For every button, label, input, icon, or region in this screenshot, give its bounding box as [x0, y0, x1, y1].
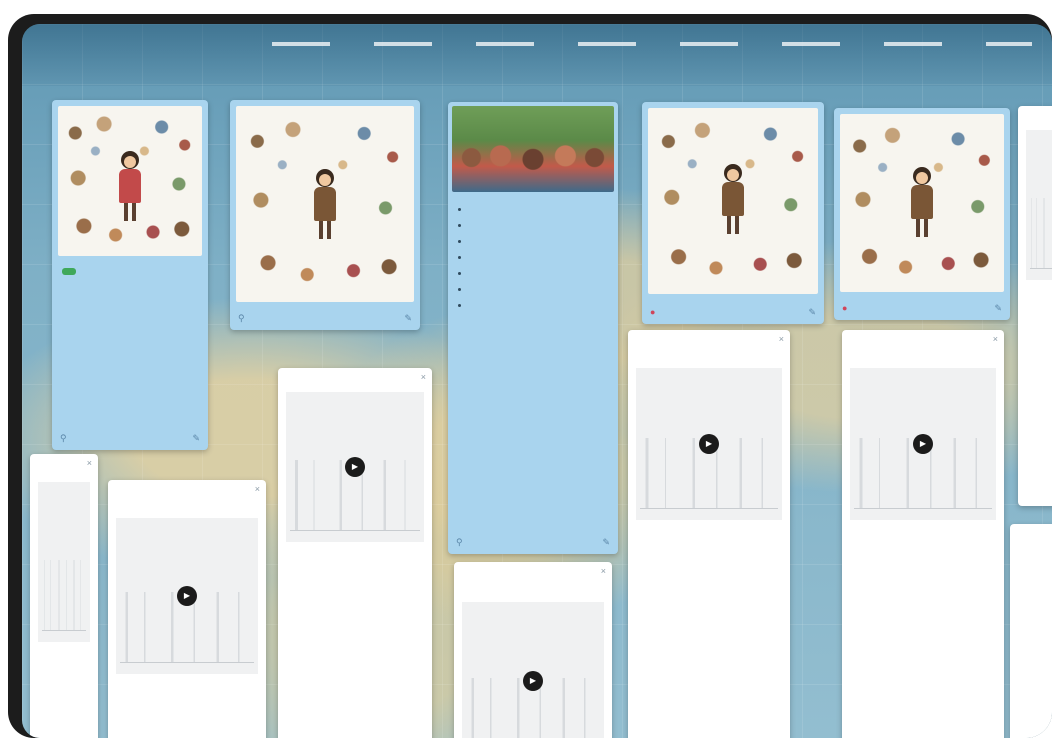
- edge-card-top-right[interactable]: [1018, 106, 1052, 506]
- video-preview: ▶: [636, 368, 782, 520]
- close-icon[interactable]: ×: [993, 334, 998, 344]
- status-tag-icon: [62, 268, 76, 276]
- close-icon[interactable]: ×: [87, 458, 92, 468]
- character-figure: [314, 168, 336, 239]
- art-card-2-image: [236, 106, 414, 302]
- play-icon[interactable]: ▶: [345, 457, 365, 477]
- character-figure: [722, 163, 744, 234]
- art-card-3[interactable]: ● ✎: [642, 102, 824, 324]
- header-nav-tabs[interactable]: [272, 42, 1032, 46]
- play-icon[interactable]: ▶: [177, 586, 197, 606]
- character-figure: [911, 167, 933, 238]
- comment-icon[interactable]: ✎: [994, 303, 1002, 314]
- play-icon[interactable]: ▶: [699, 434, 719, 454]
- dashboard-screen: ⚲ ✎ ⚲ ✎ • • • • • • • ⚲ ✎ ● ✎ ● ✎ × × ▶ …: [22, 24, 1052, 738]
- comment-icon[interactable]: ✎: [404, 313, 412, 324]
- art-card-1-text: [62, 265, 198, 280]
- edge-card-bottom-right[interactable]: [1010, 524, 1052, 738]
- video-widget-1[interactable]: ×: [30, 454, 98, 738]
- art-card-3-footer: ● ✎: [650, 307, 816, 319]
- comment-icon[interactable]: ✎: [808, 307, 816, 318]
- close-icon[interactable]: ×: [421, 372, 426, 382]
- video-widget-5[interactable]: × ▶: [628, 330, 790, 738]
- art-card-2[interactable]: ⚲ ✎: [230, 100, 420, 330]
- art-card-2-footer: ⚲ ✎: [238, 313, 412, 325]
- play-icon[interactable]: ▶: [523, 671, 543, 691]
- play-icon[interactable]: ▶: [913, 434, 933, 454]
- video-widget-3[interactable]: × ▶: [278, 368, 432, 738]
- art-card-1-footer: ⚲ ✎: [60, 433, 200, 445]
- video-preview: ▶: [116, 518, 258, 674]
- tablet-device-frame: ⚲ ✎ ⚲ ✎ • • • • • • • ⚲ ✎ ● ✎ ● ✎ × × ▶ …: [8, 14, 1052, 738]
- video-preview: ▶: [462, 602, 604, 738]
- close-icon[interactable]: ×: [601, 566, 606, 576]
- art-card-3-image: [648, 108, 818, 294]
- video-widget-2[interactable]: × ▶: [108, 480, 266, 738]
- photo-card[interactable]: ⚲ ✎: [448, 102, 618, 554]
- chart-preview: [1026, 130, 1052, 280]
- pin-icon[interactable]: ⚲: [238, 313, 245, 324]
- art-card-4-footer: ● ✎: [842, 303, 1002, 315]
- heart-icon[interactable]: ●: [650, 307, 655, 317]
- art-card-4[interactable]: ● ✎: [834, 108, 1010, 320]
- close-icon[interactable]: ×: [255, 484, 260, 494]
- art-card-1-image: [58, 106, 202, 256]
- close-icon[interactable]: ×: [779, 334, 784, 344]
- chart-preview: [38, 482, 90, 642]
- art-card-1[interactable]: ⚲ ✎: [52, 100, 208, 450]
- video-widget-4[interactable]: × ▶: [454, 562, 612, 738]
- group-photo-image: [452, 106, 614, 192]
- video-preview: ▶: [286, 392, 424, 542]
- comment-icon[interactable]: ✎: [192, 433, 200, 444]
- art-card-4-image: [840, 114, 1004, 292]
- character-figure: [119, 151, 141, 221]
- pin-icon[interactable]: ⚲: [456, 537, 463, 548]
- group-photo: [452, 106, 614, 192]
- video-widget-6[interactable]: × ▶: [842, 330, 1004, 738]
- photo-card-text: [458, 200, 608, 315]
- dashboard-header: [22, 24, 1052, 86]
- comment-icon[interactable]: ✎: [602, 537, 610, 548]
- photo-card-footer: ⚲ ✎: [456, 537, 610, 549]
- heart-icon[interactable]: ●: [842, 303, 847, 313]
- video-preview: ▶: [850, 368, 996, 520]
- pin-icon[interactable]: ⚲: [60, 433, 67, 444]
